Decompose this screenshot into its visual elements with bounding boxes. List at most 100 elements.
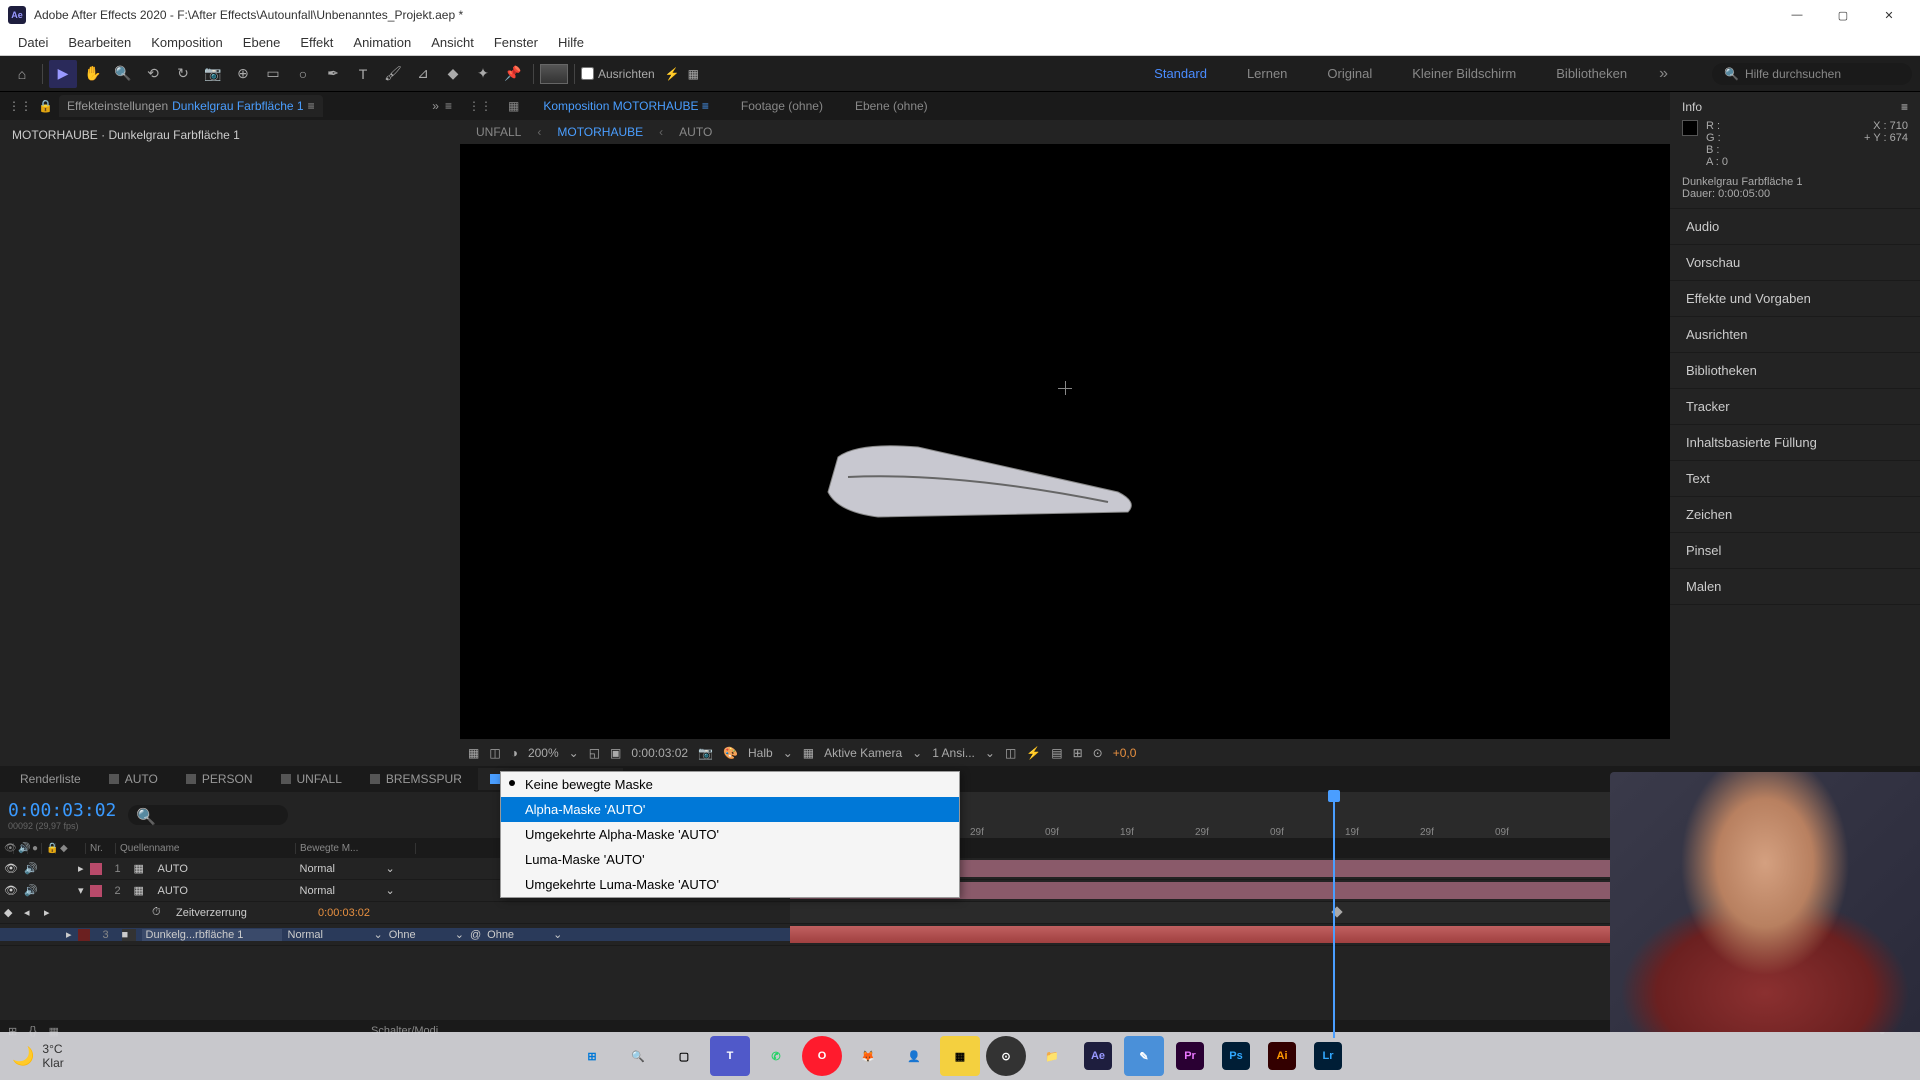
snap-options-icon[interactable]: ▦ <box>688 67 699 81</box>
panel-pinsel[interactable]: Pinsel <box>1670 533 1920 569</box>
panel-vorschau[interactable]: Vorschau <box>1670 245 1920 281</box>
resolution-dropdown[interactable]: Halb <box>748 746 773 760</box>
layer-mode[interactable]: Normal <box>288 929 368 941</box>
panel-tracker[interactable]: Tracker <box>1670 389 1920 425</box>
property-name[interactable]: Zeitverzerrung <box>172 907 312 919</box>
pixel-aspect-icon[interactable]: ◫ <box>1005 746 1016 760</box>
layer-name[interactable]: AUTO <box>154 885 294 897</box>
eye-icon[interactable]: 👁 <box>4 884 18 897</box>
panel-overflow[interactable]: » <box>432 99 439 113</box>
eraser-tool[interactable]: ◆ <box>439 60 467 88</box>
parent-dropdown[interactable]: Ohne <box>487 929 547 941</box>
audio-icon[interactable]: 🔊 <box>24 862 38 875</box>
layer-color[interactable] <box>78 929 90 941</box>
dropdown-item-alpha-inv[interactable]: Umgekehrte Alpha-Maske 'AUTO' <box>501 822 959 847</box>
workspace-original[interactable]: Original <box>1319 62 1380 85</box>
pan-behind-tool[interactable]: ⊕ <box>229 60 257 88</box>
menu-ansicht[interactable]: Ansicht <box>421 31 484 54</box>
grid-icon[interactable]: ▦ <box>468 746 479 760</box>
align-checkbox[interactable] <box>581 67 594 80</box>
maximize-button[interactable]: ▢ <box>1820 0 1866 30</box>
menu-animation[interactable]: Animation <box>343 31 421 54</box>
obs-icon[interactable]: ⊙ <box>986 1036 1026 1076</box>
zoom-value[interactable]: 200% <box>528 746 559 760</box>
timecode-display[interactable]: 0:00:03:02 <box>631 746 688 760</box>
audio-icon[interactable]: 🔊 <box>24 884 38 897</box>
workspace-standard[interactable]: Standard <box>1146 62 1215 85</box>
panel-audio[interactable]: Audio <box>1670 209 1920 245</box>
search-button[interactable]: 🔍 <box>618 1036 658 1076</box>
parent-pick-icon[interactable]: @ <box>470 929 481 941</box>
layer-mode[interactable]: Normal <box>300 863 380 875</box>
firefox-icon[interactable]: 🦊 <box>848 1036 888 1076</box>
panel-grip-icon[interactable]: ⋮⋮ <box>8 99 32 113</box>
weather-widget[interactable]: 🌙 3°C Klar <box>12 1042 64 1070</box>
fast-preview-icon[interactable]: ⚡ <box>1026 746 1041 760</box>
clone-tool[interactable]: ⊿ <box>409 60 437 88</box>
puppet-tool[interactable]: 📌 <box>499 60 527 88</box>
teams-icon[interactable]: T <box>710 1036 750 1076</box>
panel-bibliotheken[interactable]: Bibliotheken <box>1670 353 1920 389</box>
flowchart-icon[interactable]: ⊞ <box>1073 746 1083 760</box>
lightroom-icon[interactable]: Lr <box>1308 1036 1348 1076</box>
workspace-kleiner[interactable]: Kleiner Bildschirm <box>1404 62 1524 85</box>
pen-tool[interactable]: ✒ <box>319 60 347 88</box>
camera-tool[interactable]: 📷 <box>199 60 227 88</box>
close-button[interactable]: ✕ <box>1866 0 1912 30</box>
breadcrumb-unfall[interactable]: UNFALL <box>476 125 521 139</box>
zoom-tool[interactable]: 🔍 <box>109 60 137 88</box>
roto-tool[interactable]: ✦ <box>469 60 497 88</box>
app-icon-1[interactable]: 👤 <box>894 1036 934 1076</box>
viewport[interactable] <box>460 144 1670 738</box>
snapshot-icon[interactable]: 📷 <box>698 746 713 760</box>
brush-tool[interactable]: 🖌 <box>379 60 407 88</box>
menu-effekt[interactable]: Effekt <box>290 31 343 54</box>
menu-fenster[interactable]: Fenster <box>484 31 548 54</box>
menu-komposition[interactable]: Komposition <box>141 31 233 54</box>
snap-icon[interactable]: ⚡ <box>665 67 680 81</box>
property-timecode[interactable]: 0:00:03:02 <box>318 907 370 919</box>
exposure-value[interactable]: +0,0 <box>1113 746 1137 760</box>
menu-datei[interactable]: Datei <box>8 31 58 54</box>
panel-menu-icon[interactable]: ≡ <box>445 99 452 113</box>
timeline-icon[interactable]: ▤ <box>1051 746 1062 760</box>
dropdown-item-luma-inv[interactable]: Umgekehrte Luma-Maske 'AUTO' <box>501 872 959 897</box>
track-matte[interactable]: Ohne <box>389 929 449 941</box>
fill-stroke-swatch[interactable] <box>540 64 568 84</box>
timeline-timecode[interactable]: 0:00:03:02 <box>8 800 116 821</box>
tl-tab-renderliste[interactable]: Renderliste <box>8 768 93 790</box>
panel-effekte[interactable]: Effekte und Vorgaben <box>1670 281 1920 317</box>
dropdown-item-luma[interactable]: Luma-Maske 'AUTO' <box>501 847 959 872</box>
col-name[interactable]: Quellenname <box>116 843 296 854</box>
menu-ebene[interactable]: Ebene <box>233 31 291 54</box>
zoom-dropdown-icon[interactable]: ⌄ <box>569 746 579 760</box>
dropdown-item-none[interactable]: Keine bewegte Maske <box>501 772 959 797</box>
layer-color[interactable] <box>90 885 102 897</box>
panel-grip-icon[interactable]: ⋮⋮ <box>468 99 492 113</box>
tl-tab-unfall[interactable]: UNFALL <box>269 768 354 790</box>
explorer-icon[interactable]: 📁 <box>1032 1036 1072 1076</box>
whatsapp-icon[interactable]: ✆ <box>756 1036 796 1076</box>
start-button[interactable]: ⊞ <box>572 1036 612 1076</box>
help-search[interactable]: 🔍 Hilfe durchsuchen <box>1712 63 1912 85</box>
rotate-tool[interactable]: ↻ <box>169 60 197 88</box>
selection-tool[interactable]: ▶ <box>49 60 77 88</box>
photoshop-icon[interactable]: Ps <box>1216 1036 1256 1076</box>
premiere-icon[interactable]: Pr <box>1170 1036 1210 1076</box>
effects-tab[interactable]: Effekteinstellungen Dunkelgrau Farbfläch… <box>59 95 323 117</box>
shape-tool[interactable]: ▭ <box>259 60 287 88</box>
mask-icon[interactable]: ◫ <box>489 746 500 760</box>
lock-icon[interactable]: 🔒 <box>38 99 53 113</box>
layer-name[interactable]: AUTO <box>154 863 294 875</box>
col-mode[interactable]: Bewegte M... <box>296 843 416 854</box>
panel-text[interactable]: Text <box>1670 461 1920 497</box>
playhead[interactable] <box>1333 792 1335 1038</box>
workspace-bibliotheken[interactable]: Bibliotheken <box>1548 62 1635 85</box>
panel-zeichen[interactable]: Zeichen <box>1670 497 1920 533</box>
menu-bearbeiten[interactable]: Bearbeiten <box>58 31 141 54</box>
breadcrumb-auto[interactable]: AUTO <box>679 125 712 139</box>
dropdown-item-alpha[interactable]: Alpha-Maske 'AUTO' <box>501 797 959 822</box>
comp-tab-footage[interactable]: Footage (ohne) <box>733 95 831 117</box>
opera-icon[interactable]: O <box>802 1036 842 1076</box>
camera-dropdown[interactable]: Aktive Kamera <box>824 746 902 760</box>
